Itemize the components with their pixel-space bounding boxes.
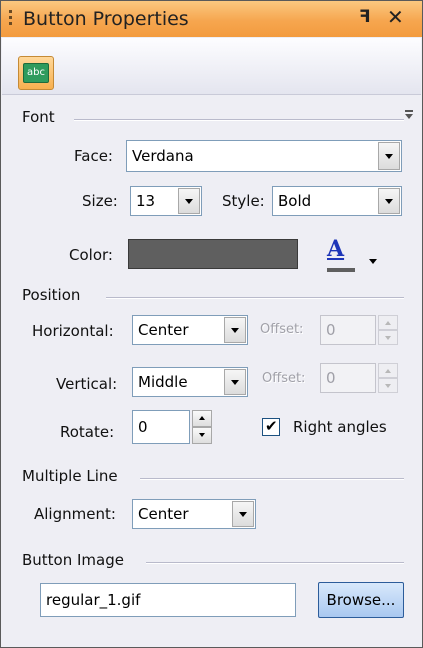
divider [140, 478, 404, 480]
chevron-down-icon[interactable] [178, 188, 200, 214]
browse-label: Browse... [326, 591, 396, 609]
h-offset-stepper[interactable] [378, 315, 398, 345]
style-label: Style: [222, 192, 265, 210]
h-offset-label: Offset: [260, 322, 304, 337]
pin-icon[interactable]: ꟻ [359, 7, 371, 27]
divider [74, 119, 404, 121]
chevron-down-icon[interactable] [378, 142, 400, 170]
rotate-value: 0 [138, 418, 148, 436]
stepper-up-icon[interactable] [378, 363, 398, 378]
chevron-down-icon[interactable] [232, 501, 254, 527]
font-color-bar [327, 268, 355, 272]
text-style-icon: abc [23, 63, 49, 83]
style-value: Bold [278, 192, 312, 210]
horizontal-label: Horizontal: [32, 322, 114, 340]
drag-grip-icon[interactable] [9, 10, 13, 28]
stepper-down-icon[interactable] [378, 378, 398, 393]
horizontal-value: Center [138, 321, 189, 339]
rotate-stepper[interactable] [192, 410, 212, 444]
close-icon[interactable]: ✕ [387, 5, 404, 29]
stepper-up-icon[interactable] [192, 410, 212, 427]
image-file-value: regular_1.gif [46, 591, 141, 609]
face-label: Face: [74, 147, 113, 165]
rotate-label: Rotate: [60, 423, 115, 441]
h-offset-input[interactable]: 0 [320, 315, 376, 345]
color-swatch[interactable] [128, 239, 298, 269]
color-label: Color: [69, 246, 113, 264]
browse-button[interactable]: Browse... [318, 582, 404, 618]
chevron-down-icon[interactable] [224, 369, 246, 395]
toolbar: abc [2, 38, 421, 119]
stepper-down-icon[interactable] [378, 330, 398, 345]
divider [106, 297, 404, 299]
style-select[interactable]: Bold [272, 186, 402, 216]
panel-title: Button Properties [23, 8, 189, 30]
section-position: Position [22, 286, 81, 304]
size-select[interactable]: 13 [130, 186, 202, 216]
button-properties-panel: Button Properties ꟻ ✕ abc Font Face: Ver… [0, 0, 423, 648]
font-color-icon[interactable]: A [327, 236, 344, 262]
stepper-up-icon[interactable] [378, 315, 398, 330]
title-bar[interactable]: Button Properties ꟻ ✕ [1, 1, 422, 37]
section-button-image: Button Image [22, 551, 124, 569]
alignment-label: Alignment: [34, 505, 116, 523]
v-offset-value: 0 [326, 369, 336, 387]
section-font: Font [22, 108, 55, 126]
right-angles-label: Right angles [293, 418, 387, 436]
section-multiple-line: Multiple Line [22, 467, 118, 485]
vertical-value: Middle [138, 373, 188, 391]
v-offset-stepper[interactable] [378, 363, 398, 393]
chevron-down-icon[interactable] [378, 188, 400, 214]
stepper-down-icon[interactable] [192, 427, 212, 444]
alignment-select[interactable]: Center [132, 499, 256, 529]
chevron-down-icon[interactable] [369, 259, 377, 264]
face-select[interactable]: Verdana [126, 140, 402, 172]
text-style-button[interactable]: abc [18, 56, 54, 90]
alignment-value: Center [138, 505, 189, 523]
properties-body: Font Face: Verdana Size: 13 Style: Bold … [2, 96, 421, 646]
chevron-down-icon[interactable] [224, 317, 246, 343]
divider [146, 562, 404, 564]
v-offset-input[interactable]: 0 [320, 363, 376, 393]
vertical-label: Vertical: [56, 375, 118, 393]
vertical-select[interactable]: Middle [132, 367, 248, 397]
rotate-input[interactable]: 0 [132, 410, 190, 444]
v-offset-label: Offset: [262, 371, 306, 386]
horizontal-select[interactable]: Center [132, 315, 248, 345]
image-file-input[interactable]: regular_1.gif [40, 583, 296, 617]
right-angles-checkbox[interactable] [262, 417, 280, 436]
size-label: Size: [82, 192, 118, 210]
face-value: Verdana [132, 147, 194, 165]
h-offset-value: 0 [326, 321, 336, 339]
size-value: 13 [136, 192, 156, 210]
